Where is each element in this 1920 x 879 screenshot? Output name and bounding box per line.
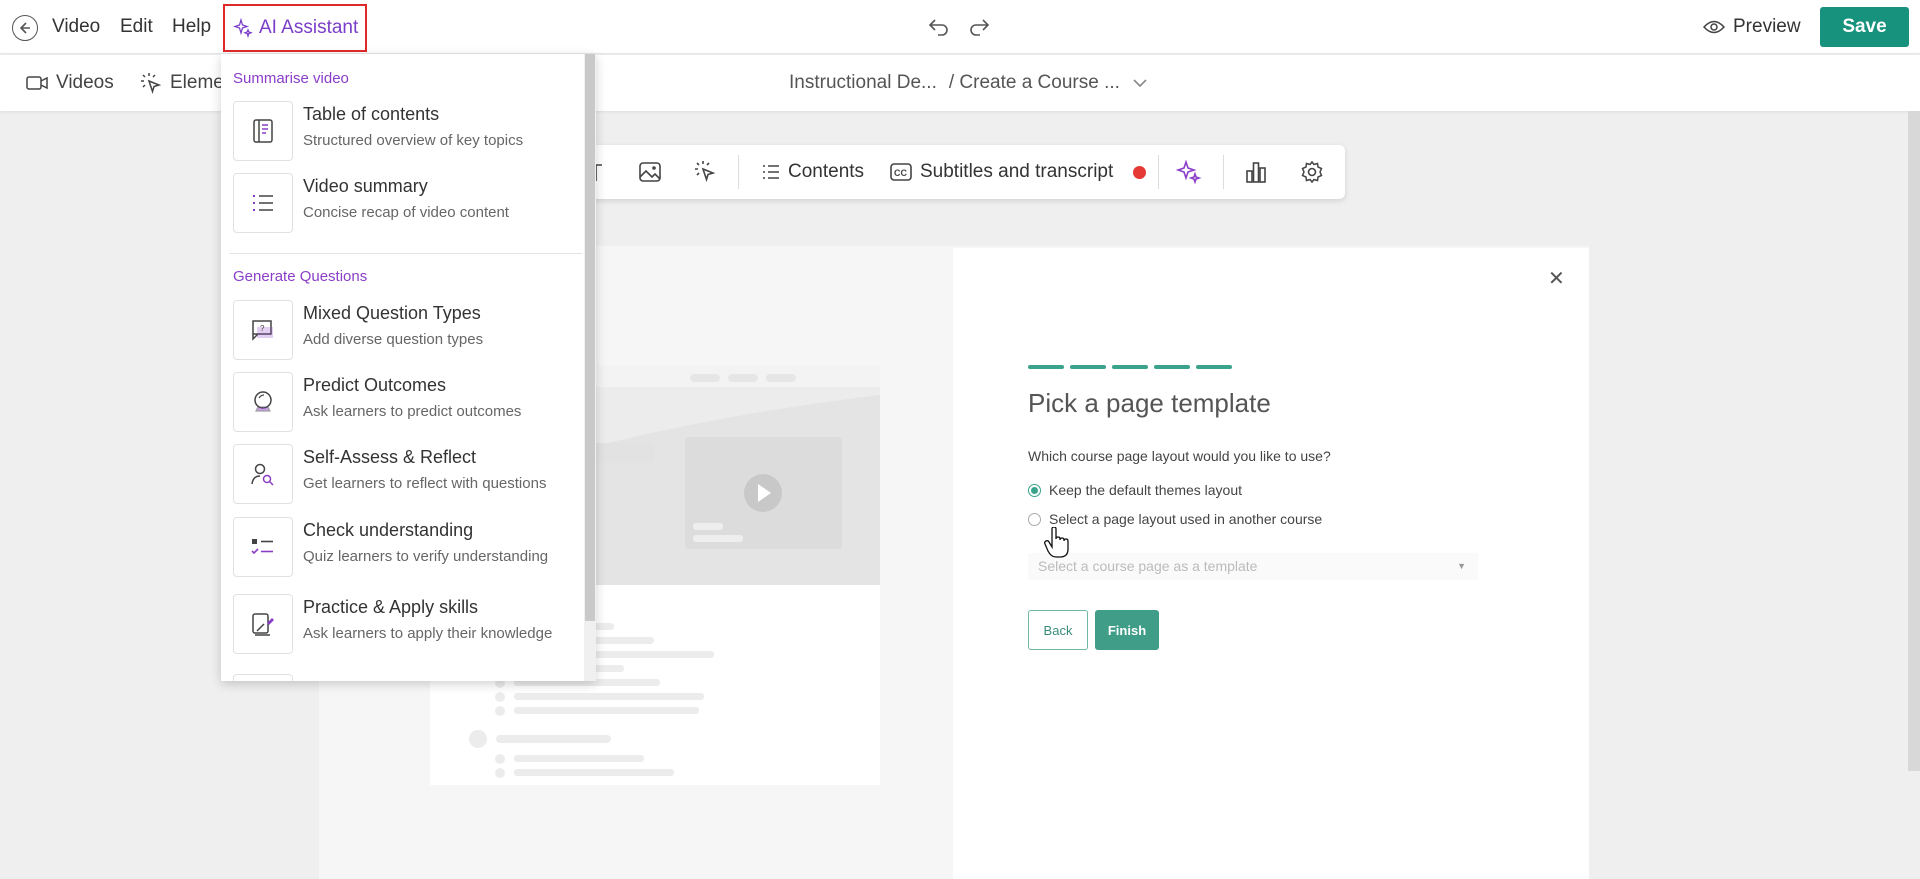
- ai-assistant-label: AI Assistant: [259, 17, 359, 38]
- toolbar-divider: [1223, 155, 1224, 189]
- cursor-click-icon: [141, 73, 162, 94]
- ai-assistant-button[interactable]: AI Assistant: [223, 4, 367, 52]
- toolbar-divider: [738, 155, 739, 189]
- progress-step: [1028, 365, 1064, 369]
- interaction-icon[interactable]: [693, 159, 717, 185]
- progress-step: [1112, 365, 1148, 369]
- person-search-icon: [233, 444, 293, 504]
- menu-item-partial[interactable]: [233, 674, 573, 681]
- menu-item-self-assess-reflect[interactable]: Self-Assess & Reflect Get learners to re…: [233, 444, 573, 506]
- video-camera-icon: [26, 76, 48, 90]
- question-chat-icon: ?: [233, 300, 293, 360]
- caret-down-icon: ▼: [1457, 561, 1466, 571]
- menu-item-title: Video summary: [303, 176, 428, 196]
- progress-step: [1196, 365, 1232, 369]
- menu-item-desc: Quiz learners to verify understanding: [303, 548, 549, 565]
- image-icon[interactable]: [638, 159, 662, 185]
- tab-videos-label: Videos: [56, 72, 114, 93]
- svg-text:CC: CC: [894, 168, 907, 178]
- step-progress: [1028, 365, 1232, 369]
- chevron-down-icon[interactable]: [1132, 77, 1148, 89]
- dialog-title: Pick a page template: [1028, 388, 1271, 418]
- breadcrumb[interactable]: Instructional De... / Create a Course ..…: [789, 72, 1148, 94]
- finish-button[interactable]: Finish: [1095, 610, 1159, 650]
- menu-item-title: Check understanding: [303, 520, 474, 540]
- menu-help[interactable]: Help: [172, 16, 211, 38]
- radio-other[interactable]: [1028, 512, 1041, 526]
- menu-item-mixed-question-types[interactable]: ? Mixed Question Types Add diverse quest…: [233, 300, 573, 362]
- ai-assistant-menu: Summarise video Table of contents Struct…: [221, 54, 596, 681]
- crystal-ball-icon: [233, 372, 293, 432]
- contents-label: Contents: [788, 161, 865, 182]
- menu-item-desc: Ask learners to predict outcomes: [303, 403, 522, 420]
- undo-icon[interactable]: [926, 14, 952, 40]
- option-default-layout[interactable]: Keep the default themes layout: [1028, 482, 1242, 498]
- menu-item-title: Predict Outcomes: [303, 375, 447, 395]
- preview-label: Preview: [1733, 16, 1801, 37]
- dialog-question: Which course page layout would you like …: [1028, 448, 1331, 464]
- list-icon: [233, 173, 293, 233]
- hand-cursor-icon: [1044, 527, 1069, 558]
- checklist-icon: [233, 517, 293, 577]
- menu-item-desc: Add diverse question types: [303, 331, 484, 348]
- menu-divider: [229, 253, 582, 254]
- menu-video[interactable]: Video: [52, 16, 100, 38]
- redo-icon[interactable]: [966, 14, 992, 40]
- menu-item-title: Practice & Apply skills: [303, 597, 479, 617]
- breadcrumb-course[interactable]: Instructional De...: [789, 72, 937, 94]
- top-bar: Video Edit Help AI Assistant Preview Sav…: [0, 0, 1920, 54]
- recording-dot-icon: [1133, 165, 1147, 179]
- subtitles-button[interactable]: CC Subtitles and transcript: [890, 159, 1147, 185]
- breadcrumb-page[interactable]: / Create a Course ...: [949, 72, 1120, 94]
- preview-button[interactable]: Preview: [1703, 16, 1801, 38]
- tab-videos[interactable]: Videos: [26, 72, 114, 94]
- sparkle-icon: [233, 18, 253, 38]
- back-arrow-icon[interactable]: [12, 15, 38, 41]
- menu-item-title: Table of contents: [303, 104, 440, 124]
- option-other-label: Select a page layout used in another cou…: [1049, 511, 1323, 527]
- partial-icon: [233, 674, 293, 681]
- progress-step: [1154, 365, 1190, 369]
- menu-item-desc: Ask learners to apply their knowledge: [303, 625, 553, 642]
- video-toolbar: Contents CC Subtitles and transcript: [560, 145, 1345, 199]
- back-button[interactable]: Back: [1028, 610, 1088, 650]
- list-icon: [763, 165, 779, 179]
- menu-item-desc: Concise recap of video content: [303, 204, 509, 221]
- pencil-board-icon: [233, 594, 293, 654]
- radio-default[interactable]: [1028, 483, 1041, 497]
- svg-text:?: ?: [260, 324, 265, 333]
- eye-icon: [1703, 20, 1725, 34]
- ai-sparkle-icon[interactable]: [1176, 159, 1202, 185]
- bar-chart-icon[interactable]: [1245, 159, 1267, 185]
- option-other-course-layout[interactable]: Select a page layout used in another cou…: [1028, 511, 1322, 527]
- contents-button[interactable]: Contents: [762, 159, 864, 185]
- menu-item-title: Self-Assess & Reflect: [303, 447, 477, 467]
- menu-item-desc: Structured overview of key topics: [303, 132, 524, 149]
- select-placeholder: Select a course page as a template: [1038, 558, 1258, 574]
- progress-step: [1070, 365, 1106, 369]
- section-summarise-video: Summarise video: [233, 70, 349, 87]
- gear-icon[interactable]: [1300, 159, 1324, 185]
- subtitles-label: Subtitles and transcript: [920, 161, 1114, 182]
- menu-item-video-summary[interactable]: Video summary Concise recap of video con…: [233, 173, 573, 235]
- option-default-label: Keep the default themes layout: [1049, 482, 1243, 498]
- save-button[interactable]: Save: [1820, 7, 1909, 47]
- menu-item-desc: Get learners to reflect with questions: [303, 475, 547, 492]
- menu-scrollbar-thumb[interactable]: [585, 54, 595, 621]
- page-scrollbar[interactable]: [1908, 111, 1920, 771]
- section-generate-questions: Generate Questions: [233, 268, 368, 285]
- menu-item-practice-apply-skills[interactable]: Practice & Apply skills Ask learners to …: [233, 594, 573, 674]
- close-icon[interactable]: ✕: [1548, 266, 1565, 291]
- menu-item-check-understanding[interactable]: Check understanding Quiz learners to ver…: [233, 517, 573, 579]
- menu-item-predict-outcomes[interactable]: Predict Outcomes Ask learners to predict…: [233, 372, 573, 434]
- closed-captions-icon: CC: [890, 163, 912, 181]
- book-icon: [233, 101, 293, 161]
- toolbar-divider: [1158, 155, 1159, 189]
- menu-item-table-of-contents[interactable]: Table of contents Structured overview of…: [233, 101, 573, 163]
- menu-edit[interactable]: Edit: [120, 16, 153, 38]
- menu-item-title: Mixed Question Types: [303, 303, 481, 323]
- course-page-select[interactable]: Select a course page as a template ▼: [1028, 553, 1478, 580]
